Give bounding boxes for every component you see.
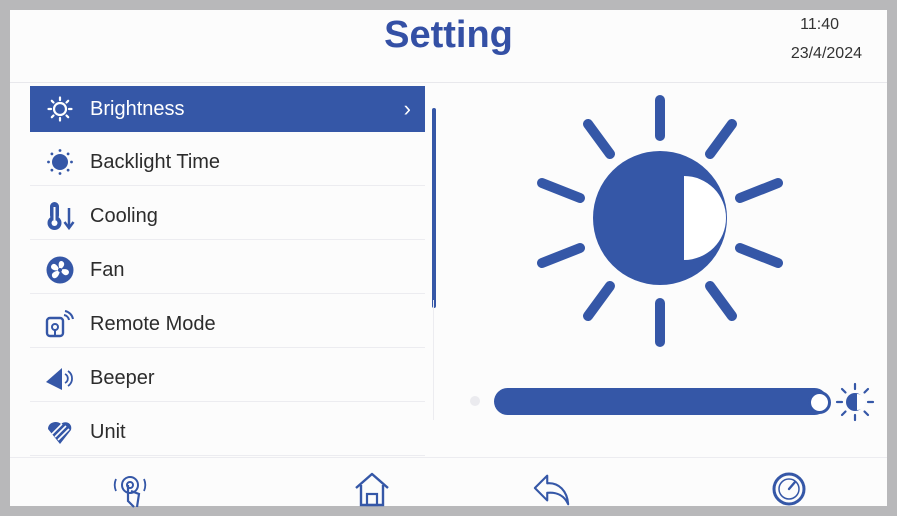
menu-scrollbar[interactable]: [432, 108, 436, 308]
brightness-max-icon: [835, 382, 875, 422]
header-divider: [10, 82, 887, 83]
home-icon[interactable]: [352, 469, 392, 509]
touch-icon[interactable]: [110, 469, 150, 509]
menu-item-cooling[interactable]: Cooling: [30, 193, 425, 240]
menu-label-backlight-time: Backlight Time: [90, 150, 221, 173]
speaker-icon: [42, 363, 78, 393]
brightness-sun-icon: [537, 95, 783, 347]
settings-menu: Brightness › Backlight Time Cooling Fan …: [30, 86, 425, 463]
menu-label-beeper: Beeper: [90, 366, 155, 389]
footer-divider: [10, 457, 887, 458]
menu-label-unit: Unit: [90, 420, 126, 443]
slider-min-dot: [470, 396, 480, 406]
menu-item-beeper[interactable]: Beeper: [30, 355, 425, 402]
fan-icon: [42, 255, 78, 285]
thermometer-icon: [42, 201, 78, 231]
backlight-icon: [42, 147, 78, 177]
panel-divider: [433, 300, 434, 420]
menu-label-remote-mode: Remote Mode: [90, 312, 216, 335]
menu-item-remote-mode[interactable]: Remote Mode: [30, 301, 425, 348]
page-title: Setting: [384, 14, 513, 56]
menu-label-cooling: Cooling: [90, 204, 158, 227]
gauge-icon[interactable]: [769, 469, 809, 509]
menu-item-unit[interactable]: Unit: [30, 409, 425, 456]
menu-item-brightness[interactable]: Brightness ›: [30, 86, 425, 132]
back-icon[interactable]: [532, 469, 572, 509]
menu-item-fan[interactable]: Fan: [30, 247, 425, 294]
brightness-slider-knob[interactable]: [808, 391, 831, 414]
brightness-icon: [42, 94, 78, 124]
clock-time: 11:40: [800, 16, 839, 33]
clock-date: 23/4/2024: [790, 45, 862, 62]
remote-icon: [42, 309, 78, 339]
brightness-slider[interactable]: [494, 388, 828, 415]
chevron-right-icon: ›: [403, 96, 411, 121]
menu-label-fan: Fan: [90, 258, 125, 281]
unit-icon: [42, 417, 78, 447]
menu-label-brightness: Brightness: [90, 97, 185, 120]
menu-item-backlight-time[interactable]: Backlight Time: [30, 139, 425, 186]
